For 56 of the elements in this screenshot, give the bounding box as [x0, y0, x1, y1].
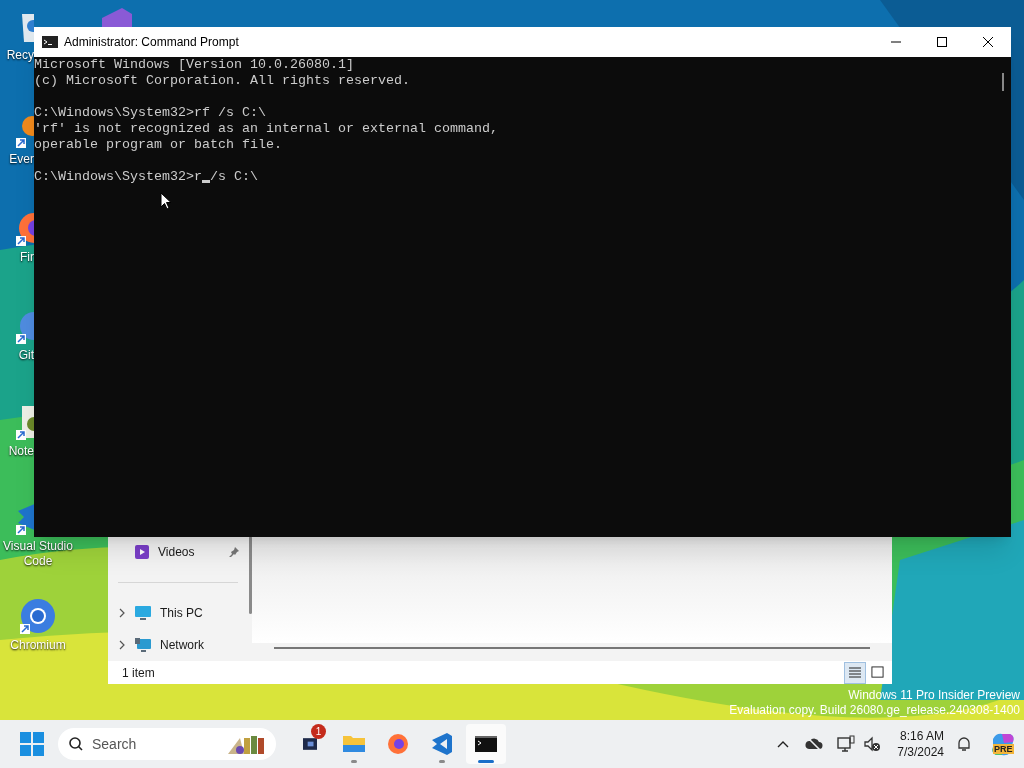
- chat-app-icon: [303, 738, 317, 750]
- speaker-muted-icon[interactable]: [863, 735, 882, 753]
- caret-up-icon[interactable]: [777, 740, 790, 748]
- console-line: C:\Windows\System32>r: [34, 169, 202, 185]
- maximize-icon: [937, 37, 947, 47]
- bell-icon[interactable]: [956, 736, 972, 752]
- chromium-icon[interactable]: [18, 596, 58, 636]
- mouse-pointer-icon: [160, 192, 172, 210]
- network-icon: [134, 637, 152, 653]
- video-icon: [134, 544, 150, 560]
- search-field[interactable]: Search: [92, 733, 218, 755]
- nav-item[interactable]: This PC: [108, 597, 248, 629]
- taskbar-app-button[interactable]: 1: [290, 724, 330, 764]
- pin-icon: [228, 546, 240, 558]
- notification-badge: 1: [311, 724, 326, 739]
- preview-badge: PRE: [993, 744, 1014, 754]
- desktop-icon-label: Note: [8, 444, 34, 459]
- cloud-off-icon[interactable]: [805, 736, 824, 752]
- scrollbar-thumb[interactable]: [1001, 73, 1004, 91]
- close-icon: [983, 37, 993, 47]
- console-line: operable program or batch file.: [34, 137, 283, 153]
- search-icon: [68, 736, 84, 752]
- desktop-icon-label: Chromium: [9, 638, 67, 653]
- console-line: /s C:\: [209, 169, 258, 185]
- search-box[interactable]: Search: [58, 728, 276, 760]
- windows-logo-icon: [20, 732, 44, 756]
- watermark-text: Evaluation copy. Build 26080.ge_release.240308-1400: [729, 703, 1020, 718]
- network-icon[interactable]: [837, 735, 856, 753]
- vscode-icon: [430, 732, 454, 756]
- start-button[interactable]: [18, 730, 46, 758]
- console-line: 'rf' is not recognized as an internal or external command,: [34, 121, 499, 137]
- details-view-button[interactable]: [844, 661, 866, 684]
- horizontal-scrollbar[interactable]: [274, 647, 870, 649]
- monitor-icon: [134, 605, 152, 621]
- scrollbar-thumb[interactable]: [248, 536, 252, 614]
- clock[interactable]: 8:16 AM 7/3/2024: [897, 728, 944, 760]
- desktop-icon-label: Fir: [20, 250, 34, 265]
- nav-item[interactable]: Videos: [108, 536, 248, 568]
- nav-item[interactable]: Network: [108, 629, 248, 661]
- chevron-icon[interactable]: [118, 608, 126, 618]
- firefox-icon: [386, 732, 410, 756]
- taskbar-app-button[interactable]: [466, 724, 506, 764]
- desktop-icon-label: Visual Studio Code: [2, 539, 74, 569]
- item-count: 1 item: [122, 664, 156, 682]
- chevron-icon[interactable]: [118, 640, 126, 650]
- square-icon: [870, 666, 884, 679]
- desktop-icon-label: Recy: [6, 48, 34, 63]
- console-line: Microsoft Windows [Version 10.0.26080.1]: [34, 57, 355, 73]
- console-line: C:\Windows\System32>rf /s C:\: [34, 105, 267, 121]
- desktop-icon-label: Ever: [9, 152, 34, 167]
- console-line: (c) Microsoft Corporation. All rights reserved.: [34, 73, 411, 89]
- console-icon: [42, 36, 58, 48]
- window-title: Administrator: Command Prompt: [64, 34, 240, 51]
- list-icon: [848, 666, 862, 679]
- text-cursor: [201, 180, 210, 183]
- desktop-icon-label: Git: [18, 348, 34, 363]
